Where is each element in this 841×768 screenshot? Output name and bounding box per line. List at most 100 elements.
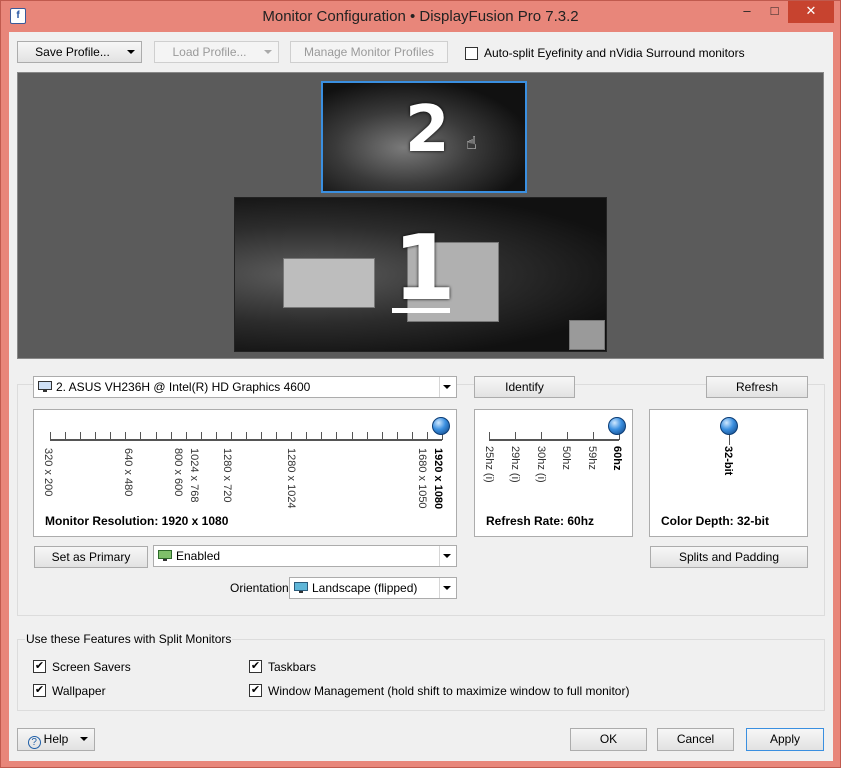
orientation-select[interactable]: Landscape (flipped) <box>289 577 457 599</box>
monitor-2-thumbnail[interactable]: 2 ☝ <box>321 81 527 193</box>
resolution-tick-label: 1280 x 1024 <box>285 448 297 509</box>
chevron-down-icon <box>80 737 88 741</box>
monitor-preview: 2 ☝ 1 <box>17 72 824 359</box>
split-features-title: Use these Features with Split Monitors <box>25 632 233 646</box>
slider-tick <box>397 432 398 440</box>
combo-separator <box>439 578 440 598</box>
window-management-label: Window Management (hold shift to maximiz… <box>268 684 630 698</box>
taskbars-checkbox[interactable]: ✔ <box>249 660 262 673</box>
window-thumbnail <box>283 258 375 308</box>
help-button[interactable]: ? Help <box>17 728 95 751</box>
help-icon: ? <box>27 736 41 749</box>
slider-tick <box>352 432 353 440</box>
wallpaper-checkbox[interactable]: ✔ <box>33 684 46 697</box>
resolution-tick-label: 800 x 600 <box>172 448 184 497</box>
refresh-rate-slider-track[interactable] <box>489 439 619 441</box>
resolution-tick-label: 640 x 480 <box>122 448 134 497</box>
resolution-tick-label: 1280 x 720 <box>221 448 233 503</box>
orientation-monitor-icon <box>294 582 308 593</box>
slider-tick <box>291 432 292 440</box>
slider-tick <box>125 432 126 440</box>
slider-tick <box>367 432 368 440</box>
monitor-icon <box>38 381 52 392</box>
slider-tick <box>489 432 490 440</box>
monitor-2-number: 2 <box>405 93 450 167</box>
monitor-select-value: 2. ASUS VH236H @ Intel(R) HD Graphics 46… <box>56 380 311 394</box>
slider-tick <box>140 432 141 440</box>
slider-tick <box>593 432 594 440</box>
splits-and-padding-button[interactable]: Splits and Padding <box>650 546 808 568</box>
slider-tick <box>261 432 262 440</box>
slider-tick <box>156 432 157 440</box>
window-management-checkbox[interactable]: ✔ <box>249 684 262 697</box>
resolution-panel: 320 x 200 640 x 480 800 x 600 1024 x 768… <box>33 409 457 537</box>
slider-tick <box>541 432 542 440</box>
split-features-group <box>17 639 825 711</box>
title-bar[interactable]: f Monitor Configuration • DisplayFusion … <box>1 1 840 31</box>
monitor-select[interactable]: 2. ASUS VH236H @ Intel(R) HD Graphics 46… <box>33 376 457 398</box>
slider-tick <box>276 432 277 440</box>
resolution-tick-label: 1680 x 1050 <box>416 448 428 509</box>
maximize-button[interactable]: □ <box>761 1 788 23</box>
manage-profiles-button[interactable]: Manage Monitor Profiles <box>290 41 448 63</box>
monitor-1-number: 1 <box>393 216 456 321</box>
refresh-tick-label: 29hz (i) <box>509 446 521 483</box>
enabled-select[interactable]: Enabled <box>153 545 457 567</box>
slider-tick <box>412 432 413 440</box>
chevron-down-icon <box>443 586 451 590</box>
slider-tick <box>382 432 383 440</box>
refresh-rate-caption: Refresh Rate: 60hz <box>486 514 595 528</box>
auto-split-checkbox[interactable] <box>465 47 478 60</box>
color-depth-caption: Color Depth: 32-bit <box>661 514 769 528</box>
monitor-1-thumbnail[interactable]: 1 <box>234 197 607 352</box>
slider-tick <box>567 432 568 440</box>
combo-separator <box>439 377 440 397</box>
orientation-select-value: Landscape (flipped) <box>312 581 418 595</box>
screen-savers-checkbox[interactable]: ✔ <box>33 660 46 673</box>
window-thumbnail <box>569 320 605 350</box>
taskbars-label: Taskbars <box>268 660 317 674</box>
hand-cursor-icon: ☝ <box>466 133 477 153</box>
orientation-label: Orientation: <box>230 581 293 595</box>
minimize-button[interactable]: – <box>733 1 761 23</box>
color-depth-tick-label: 32-bit <box>722 446 734 476</box>
slider-tick <box>306 432 307 440</box>
resolution-tick-label: 1024 x 768 <box>188 448 200 503</box>
slider-tick <box>80 432 81 440</box>
refresh-tick-label: 50hz <box>560 446 572 470</box>
refresh-rate-slider-knob[interactable] <box>608 417 626 435</box>
enabled-monitor-icon <box>158 550 172 561</box>
load-profile-label: Load Profile... <box>172 45 247 59</box>
slider-tick <box>321 432 322 440</box>
save-profile-label: Save Profile... <box>35 45 110 59</box>
refresh-tick-label: 59hz <box>586 446 598 470</box>
ok-button[interactable]: OK <box>570 728 647 751</box>
close-button[interactable]: ✕ <box>788 1 834 23</box>
combo-separator <box>439 546 440 566</box>
slider-tick <box>171 432 172 440</box>
save-profile-button[interactable]: Save Profile... <box>17 41 142 63</box>
resolution-tick-label: 320 x 200 <box>42 448 54 497</box>
color-depth-slider-knob[interactable] <box>720 417 738 435</box>
refresh-rate-panel: 25hz (i) 29hz (i) 30hz (i) 50hz 59hz 60h… <box>474 409 633 537</box>
slider-tick <box>65 432 66 440</box>
refresh-tick-label-selected: 60hz <box>611 446 623 471</box>
cancel-button[interactable]: Cancel <box>657 728 734 751</box>
refresh-button[interactable]: Refresh <box>706 376 808 398</box>
primary-indicator <box>392 308 450 313</box>
color-depth-panel: 32-bit Color Depth: 32-bit <box>649 409 808 537</box>
window-frame: f Monitor Configuration • DisplayFusion … <box>0 0 841 768</box>
apply-button[interactable]: Apply <box>746 728 824 751</box>
load-profile-button[interactable]: Load Profile... <box>154 41 279 63</box>
help-label: Help <box>43 732 69 746</box>
resolution-slider-knob[interactable] <box>432 417 450 435</box>
screen-savers-label: Screen Savers <box>52 660 131 674</box>
refresh-tick-label: 25hz (i) <box>483 446 495 483</box>
refresh-tick-label: 30hz (i) <box>535 446 547 483</box>
enabled-select-value: Enabled <box>176 549 221 563</box>
resolution-tick-label-selected: 1920 x 1080 <box>432 448 444 510</box>
identify-button[interactable]: Identify <box>474 376 575 398</box>
chevron-down-icon <box>127 50 135 54</box>
set-as-primary-button[interactable]: Set as Primary <box>34 546 148 568</box>
slider-tick <box>110 432 111 440</box>
